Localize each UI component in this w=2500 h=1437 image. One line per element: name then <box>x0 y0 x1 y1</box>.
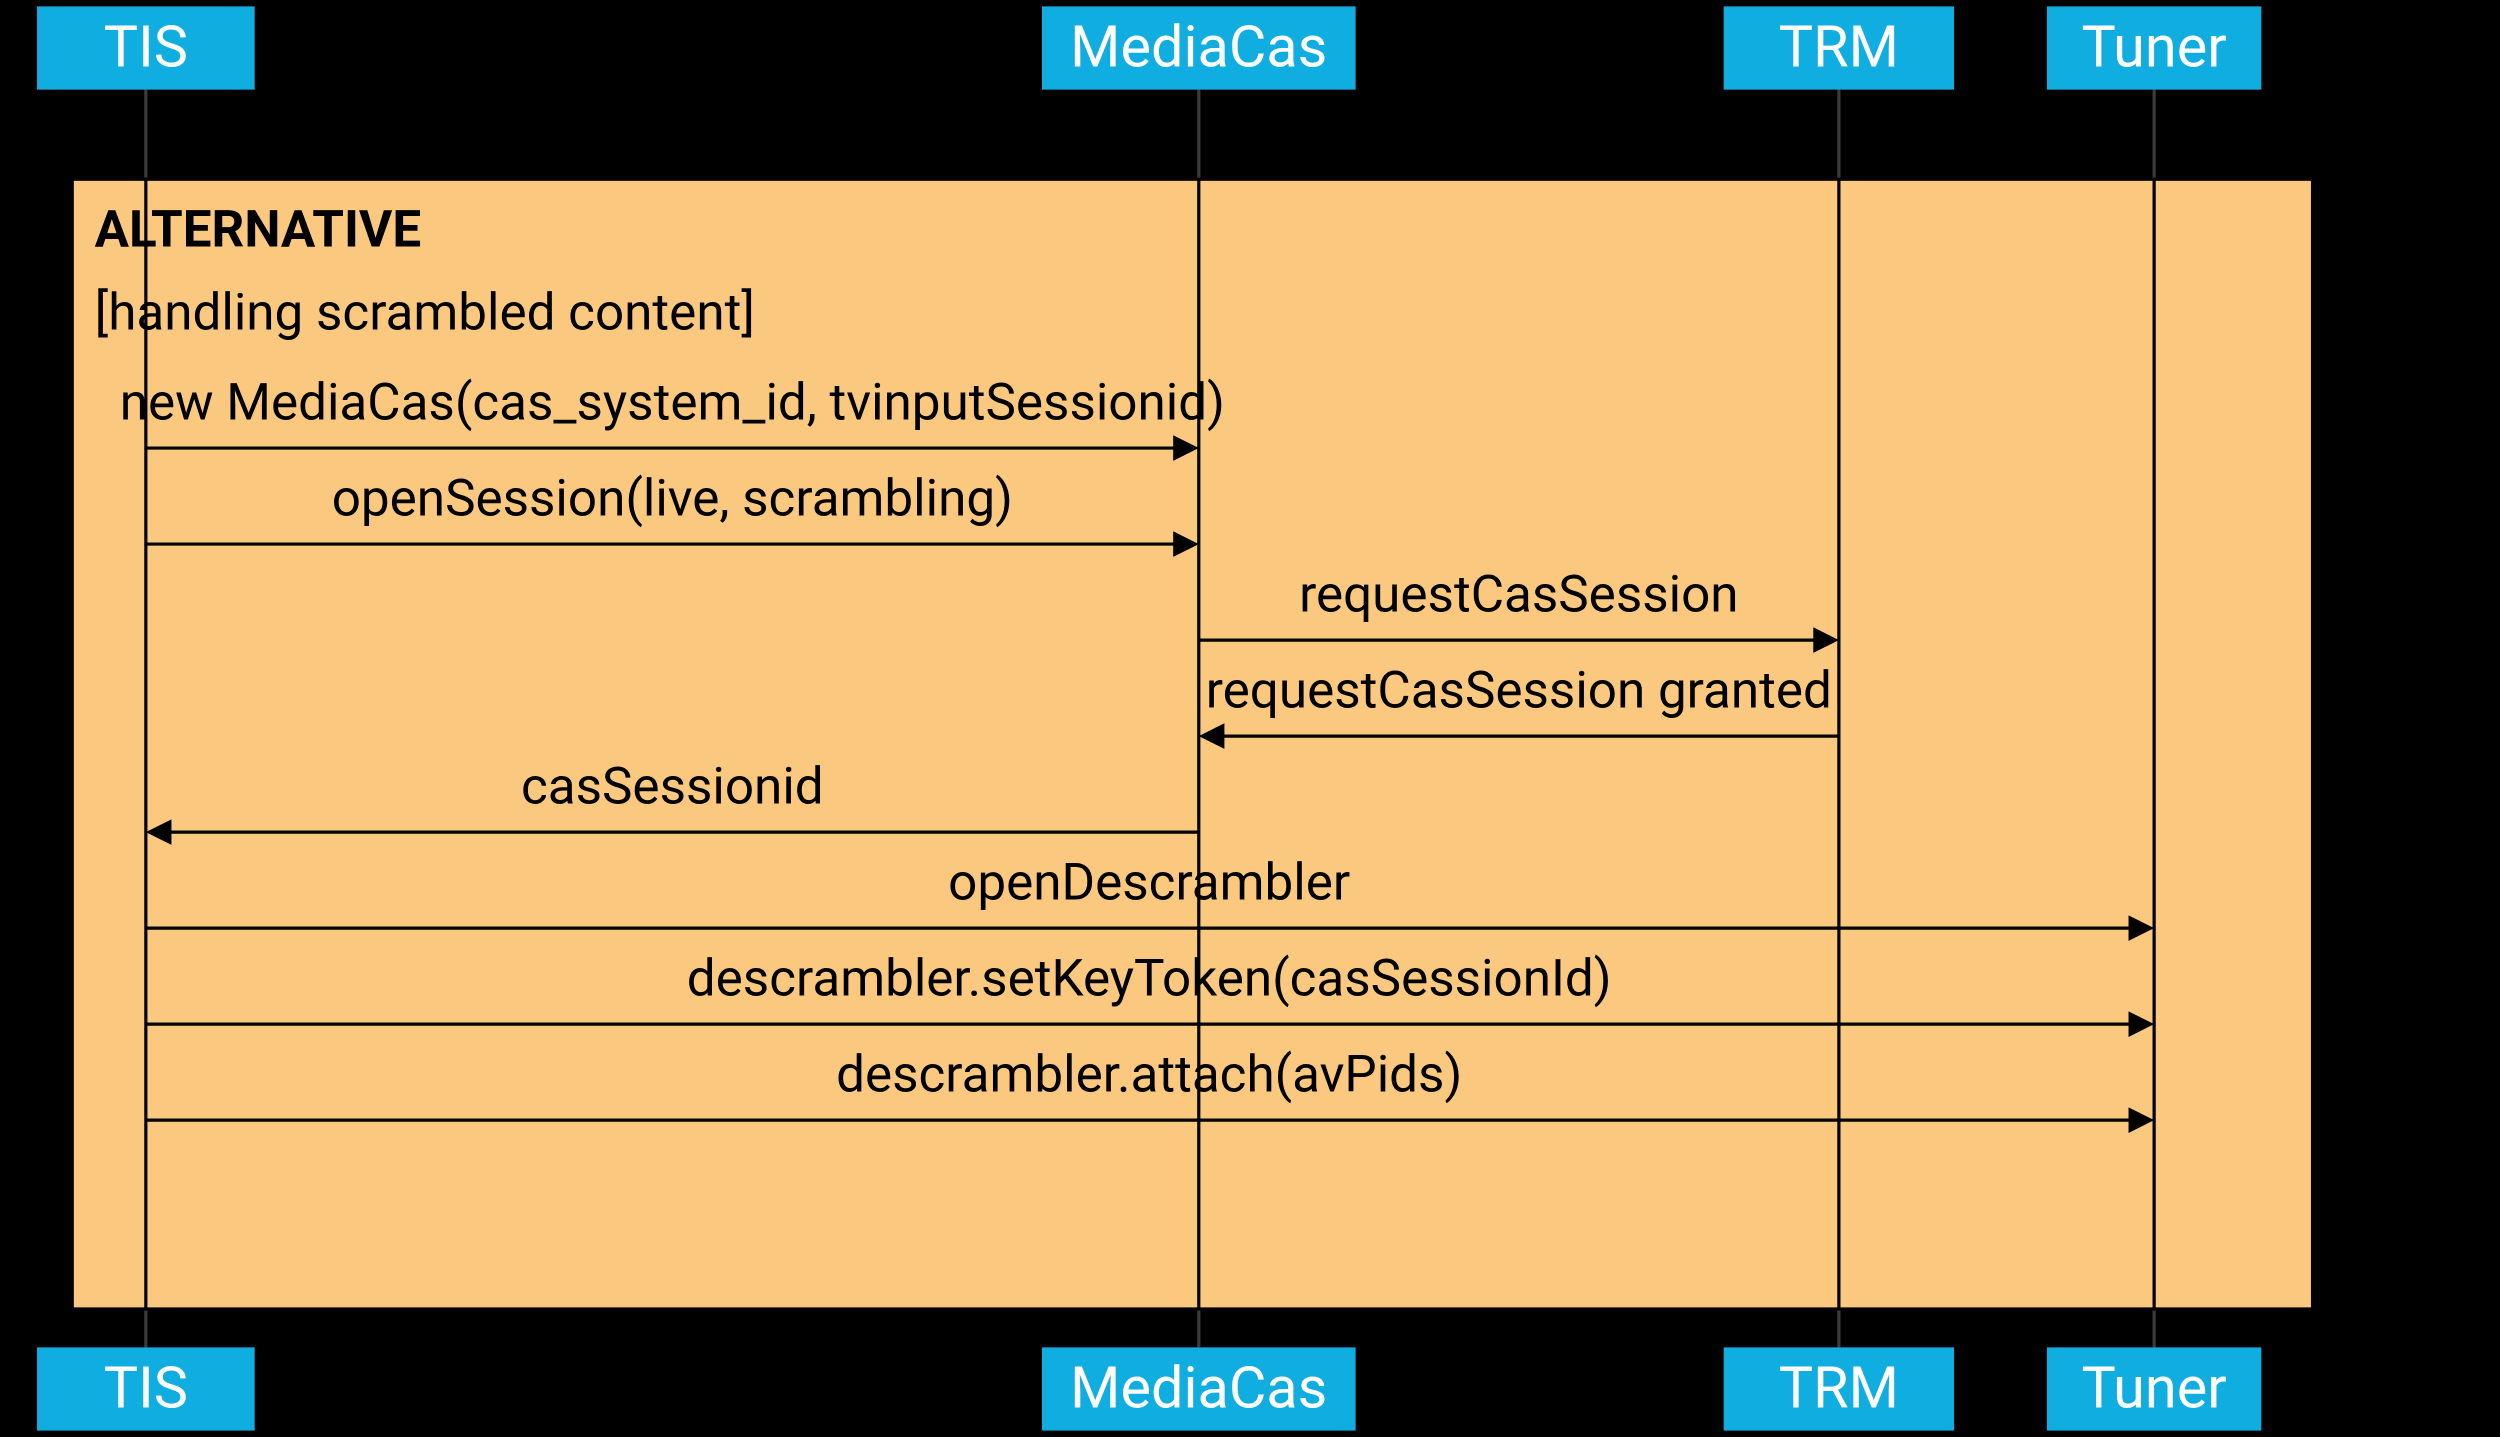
msg-open-session-label: openSession(live, scrambling) <box>332 467 1013 528</box>
participant-tuner-label: Tuner <box>2081 14 2226 81</box>
msg-open-descrambler-label: openDescrambler <box>948 851 1350 912</box>
participant-tis-top: TIS <box>37 6 255 89</box>
participant-tis-bottom: TIS <box>37 1347 255 1430</box>
participant-mediacas-top: MediaCas <box>1042 6 1356 89</box>
participant-mediacas-label-bottom: MediaCas <box>1070 1355 1327 1422</box>
msg-request-granted-label: requestCasSession granted <box>1206 659 1832 720</box>
participant-trm-label-bottom: TRM <box>1779 1355 1899 1422</box>
participant-tuner-label-bottom: Tuner <box>2081 1355 2226 1422</box>
participant-trm-bottom: TRM <box>1724 1347 1954 1430</box>
participant-trm-label: TRM <box>1779 14 1899 81</box>
participant-mediacas-label: MediaCas <box>1070 14 1327 81</box>
participant-mediacas-bottom: MediaCas <box>1042 1347 1356 1430</box>
sequence-diagram: ALTERNATIVE [handling scrambled content]… <box>0 0 2500 1437</box>
participant-tis-label-bottom: TIS <box>104 1355 188 1422</box>
participant-tuner-top: Tuner <box>2047 6 2261 89</box>
participant-trm-top: TRM <box>1724 6 1954 89</box>
participant-tuner-bottom: Tuner <box>2047 1347 2261 1430</box>
msg-set-key-token-label: descrambler.setKeyToken(casSessionId) <box>687 947 1612 1008</box>
alt-frame-title: ALTERNATIVE <box>95 198 422 259</box>
participant-tis-label: TIS <box>104 14 188 81</box>
alt-frame <box>72 179 2312 1309</box>
msg-request-cas-session-label: requestCasSession <box>1299 563 1739 624</box>
msg-cas-sessionid-label: casSessionid <box>521 755 824 816</box>
alt-frame-guard: [handling scrambled content] <box>95 282 755 343</box>
msg-attach-avpids-label: descrambler.attach(avPids) <box>836 1043 1462 1104</box>
msg-new-mediacas-label: new MediaCas(cas_system_id, tvinputSessi… <box>120 371 1225 432</box>
